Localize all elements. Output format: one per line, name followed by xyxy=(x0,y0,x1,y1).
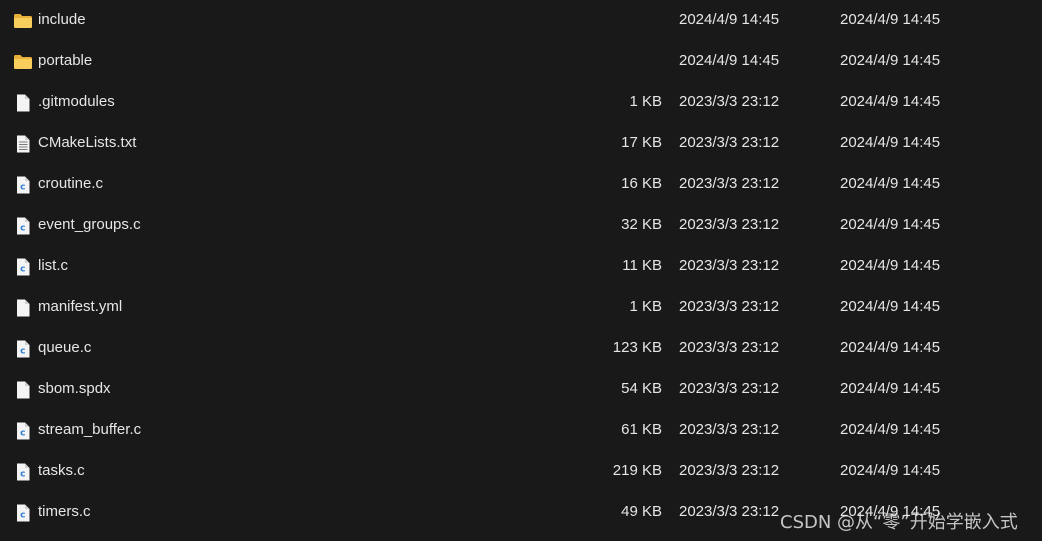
file-row[interactable]: c croutine.c 16 KB 2023/3/3 23:12 2024/4/9 1… xyxy=(0,164,1042,205)
watermark: CSDN @从“零”开始学嵌入式 xyxy=(780,512,1018,533)
date-created: 2023/3/3 23:12 xyxy=(679,339,780,356)
c-file-icon: c xyxy=(13,503,33,523)
file-size: 32 KB xyxy=(621,216,662,233)
date-created: 2023/3/3 23:12 xyxy=(679,134,780,151)
date-modified: 2024/4/9 14:45 xyxy=(840,421,941,438)
file-row[interactable]: c list.c 11 KB 2023/3/3 23:12 2024/4/9 14:45 xyxy=(0,246,1042,287)
date-modified: 2024/4/9 14:45 xyxy=(840,134,941,151)
file-size: 11 KB xyxy=(622,257,662,274)
file-size: 61 KB xyxy=(621,421,662,438)
file-row[interactable]: manifest.yml 1 KB 2023/3/3 23:12 2024/4/9 1… xyxy=(0,287,1042,328)
svg-text:c: c xyxy=(20,224,25,234)
c-file-icon: c xyxy=(13,421,33,441)
svg-text:c: c xyxy=(20,265,25,275)
file-row[interactable]: include 2024/4/9 14:45 2024/4/9 14:45 xyxy=(0,0,1042,41)
text-file-icon xyxy=(13,134,33,154)
date-modified: 2024/4/9 14:45 xyxy=(840,93,941,110)
svg-text:c: c xyxy=(20,347,25,357)
date-modified: 2024/4/9 14:45 xyxy=(840,216,941,233)
file-row[interactable]: c queue.c 123 KB 2023/3/3 23:12 2024/4/9 14:… xyxy=(0,328,1042,369)
file-name: .gitmodules xyxy=(38,93,115,110)
date-created: 2023/3/3 23:12 xyxy=(679,298,780,315)
date-created: 2023/3/3 23:12 xyxy=(679,462,780,479)
file-list: include 2024/4/9 14:45 2024/4/9 14:45 porta… xyxy=(0,0,1042,533)
date-created: 2023/3/3 23:12 xyxy=(679,93,780,110)
file-size: 1 KB xyxy=(629,298,662,315)
file-size: 17 KB xyxy=(621,134,662,151)
file-row[interactable]: c event_groups.c 32 KB 2023/3/3 23:12 2024/4… xyxy=(0,205,1042,246)
svg-text:c: c xyxy=(20,183,25,193)
date-created: 2023/3/3 23:12 xyxy=(679,257,780,274)
file-name: tasks.c xyxy=(38,462,85,479)
file-row[interactable]: sbom.spdx 54 KB 2023/3/3 23:12 2024/4/9 14:… xyxy=(0,369,1042,410)
date-modified: 2024/4/9 14:45 xyxy=(840,257,941,274)
file-row[interactable]: .gitmodules 1 KB 2023/3/3 23:12 2024/4/9 14… xyxy=(0,82,1042,123)
date-created: 2023/3/3 23:12 xyxy=(679,380,780,397)
file-name: sbom.spdx xyxy=(38,380,111,397)
file-row[interactable]: c tasks.c 219 KB 2023/3/3 23:12 2024/4/9 14:… xyxy=(0,451,1042,492)
file-name: croutine.c xyxy=(38,175,104,192)
date-modified: 2024/4/9 14:45 xyxy=(840,52,941,69)
file-size: 219 KB xyxy=(612,462,662,479)
file-name: event_groups.c xyxy=(38,216,141,233)
c-file-icon: c xyxy=(13,175,33,195)
svg-text:c: c xyxy=(20,470,25,480)
file-name: list.c xyxy=(38,257,68,274)
file-name: stream_buffer.c xyxy=(38,421,142,438)
file-size: 1 KB xyxy=(629,93,662,110)
svg-text:c: c xyxy=(20,511,25,521)
file-name: timers.c xyxy=(38,503,91,520)
file-name: queue.c xyxy=(38,339,92,356)
file-name: CMakeLists.txt xyxy=(38,134,137,151)
svg-text:c: c xyxy=(20,429,25,439)
date-modified: 2024/4/9 14:45 xyxy=(840,380,941,397)
date-modified: 2024/4/9 14:45 xyxy=(840,298,941,315)
c-file-icon: c xyxy=(13,216,33,236)
date-created: 2024/4/9 14:45 xyxy=(679,52,780,69)
file-icon xyxy=(13,93,33,113)
date-created: 2023/3/3 23:12 xyxy=(679,421,780,438)
file-icon xyxy=(13,380,33,400)
file-size: 16 KB xyxy=(621,175,662,192)
date-modified: 2024/4/9 14:45 xyxy=(840,175,941,192)
file-row[interactable]: c stream_buffer.c 61 KB 2023/3/3 23:12 2024/… xyxy=(0,410,1042,451)
date-modified: 2024/4/9 14:45 xyxy=(840,339,941,356)
file-name: manifest.yml xyxy=(38,298,123,315)
file-icon xyxy=(13,298,33,318)
file-size: 123 KB xyxy=(612,339,662,356)
date-modified: 2024/4/9 14:45 xyxy=(840,11,941,28)
file-row[interactable]: portable 2024/4/9 14:45 2024/4/9 14:45 xyxy=(0,41,1042,82)
folder-icon xyxy=(13,52,33,72)
date-created: 2023/3/3 23:12 xyxy=(679,503,780,520)
date-created: 2023/3/3 23:12 xyxy=(679,216,780,233)
file-name: portable xyxy=(38,52,93,69)
folder-icon xyxy=(13,11,33,31)
date-modified: 2024/4/9 14:45 xyxy=(840,462,941,479)
file-size: 54 KB xyxy=(621,380,662,397)
c-file-icon: c xyxy=(13,257,33,277)
file-name: include xyxy=(38,11,86,28)
file-size: 49 KB xyxy=(621,503,662,520)
file-row[interactable]: CMakeLists.txt 17 KB 2023/3/3 23:12 2024/4/… xyxy=(0,123,1042,164)
c-file-icon: c xyxy=(13,339,33,359)
c-file-icon: c xyxy=(13,462,33,482)
date-created: 2023/3/3 23:12 xyxy=(679,175,780,192)
date-created: 2024/4/9 14:45 xyxy=(679,11,780,28)
